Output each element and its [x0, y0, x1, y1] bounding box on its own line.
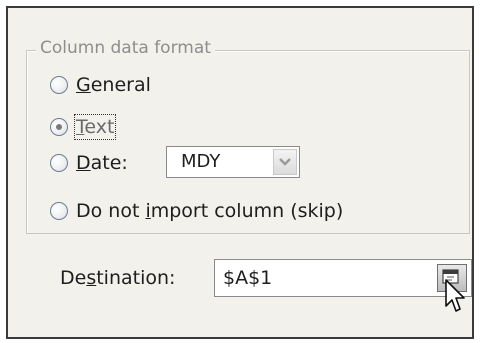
radio-general[interactable] — [50, 76, 68, 94]
radio-text[interactable] — [50, 118, 68, 136]
radio-date-label: Date: — [76, 152, 128, 174]
column-data-format-legend: Column data format — [36, 37, 215, 59]
destination-value: $A$1 — [223, 267, 273, 289]
radio-option-general[interactable]: General — [50, 72, 151, 98]
radio-text-label: Text — [73, 114, 117, 140]
radio-date[interactable] — [50, 154, 68, 172]
date-format-value: MDY — [181, 151, 221, 172]
destination-input[interactable]: $A$1 — [214, 259, 472, 297]
mouse-pointer-icon — [445, 279, 465, 312]
radio-option-date[interactable]: Date: — [50, 150, 128, 176]
radio-option-skip[interactable]: Do not import column (skip) — [50, 198, 343, 224]
radio-option-text[interactable]: Text — [50, 114, 117, 140]
radio-skip[interactable] — [50, 202, 68, 220]
chevron-down-icon — [279, 158, 291, 166]
destination-label: Destination: — [60, 267, 176, 289]
radio-skip-label: Do not import column (skip) — [76, 200, 344, 222]
date-format-dropdown-button[interactable] — [273, 149, 297, 175]
radio-general-label: General — [76, 74, 151, 96]
date-format-select[interactable]: MDY — [166, 146, 300, 178]
